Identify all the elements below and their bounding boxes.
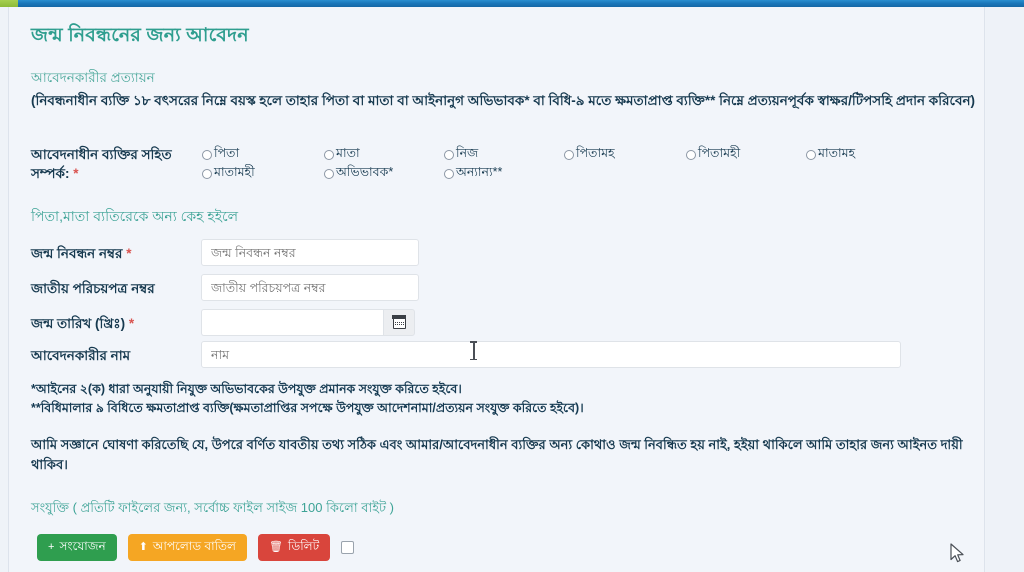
delete-attachment-label: ডিলিট <box>287 538 320 553</box>
other-guardian-section-heading: পিতা,মাতা ব্যতিরেকে অন্য কেহ হইলে <box>31 208 239 224</box>
radio-dot-icon[interactable] <box>564 149 574 160</box>
form-sheet: জন্ম নিবন্ধনের জন্য আবেদন আবেদনকারীর প্র… <box>8 7 985 572</box>
upload-icon: ⬆ <box>138 541 148 553</box>
calendar-icon <box>391 315 407 329</box>
radio-dot-icon[interactable] <box>444 149 454 160</box>
radio-option-pita[interactable]: পিতা <box>202 145 324 165</box>
nid-number-input[interactable] <box>201 274 419 301</box>
relation-required-mark: * <box>73 166 79 181</box>
delete-attachment-button[interactable]: 🗑 ডিলিট <box>257 534 331 561</box>
nid-number-label: জাতীয় পরিচয়পত্র নম্বর <box>31 281 155 296</box>
radio-label: মাতা <box>336 145 360 160</box>
radio-dot-icon[interactable] <box>444 168 454 179</box>
loading-progress-segment <box>0 0 18 7</box>
radio-option-matamohi[interactable]: মাতামহী <box>202 164 324 184</box>
radio-label: অভিভাবক* <box>336 164 394 179</box>
radio-dot-icon[interactable] <box>324 149 334 160</box>
date-of-birth-input[interactable] <box>201 309 383 336</box>
plus-icon: + <box>48 541 55 553</box>
radio-option-matamoho[interactable]: মাতামহ <box>806 145 926 165</box>
birth-reg-number-label-text: জন্ম নিবন্ধন নম্বর <box>31 246 123 261</box>
cancel-upload-label: আপলোড বাতিল <box>152 538 236 553</box>
applicant-name-label: আবেদনকারীর নাম <box>31 348 131 363</box>
radio-label: মাতামহী <box>214 164 255 179</box>
radio-option-nij[interactable]: নিজ <box>444 145 564 165</box>
date-of-birth-row: জন্ম তারিখ (খ্রিঃ) * <box>31 309 851 339</box>
add-attachment-label: সংযোজন <box>59 538 106 553</box>
radio-label: অন্যান্য** <box>456 164 503 179</box>
radio-label: পিতামহী <box>698 145 741 160</box>
applicant-name-input[interactable] <box>201 341 901 368</box>
browser-viewport: জন্ম নিবন্ধনের জন্য আবেদন আবেদনকারীর প্র… <box>0 7 1024 572</box>
nid-number-row: জাতীয় পরিচয়পত্র নম্বর <box>31 274 851 304</box>
relation-label-text: আবেদনাধীন ব্যক্তির সহিত সম্পর্ক: <box>31 147 172 181</box>
declaration-text: আমি সজ্ঞানে ঘোষণা করিতেছি যে, উপরে বর্ণি… <box>31 437 963 472</box>
relation-radio-row-2: মাতামহী অভিভাবক* অন্যান্য** <box>202 164 972 183</box>
date-of-birth-required-mark: * <box>128 316 135 331</box>
footnote-one: *আইনের ২(ক) ধারা অনুযায়ী নিযুক্ত অভিভাব… <box>31 382 462 396</box>
radio-label: নিজ <box>456 145 479 160</box>
radio-label: পিতা <box>214 145 240 160</box>
radio-label: মাতামহ <box>818 145 856 160</box>
radio-dot-icon[interactable] <box>202 168 212 179</box>
radio-option-pitamoho[interactable]: পিতামহ <box>564 145 686 165</box>
applicant-certification-heading: আবেদনকারীর প্রত্যায়ন <box>31 70 155 85</box>
attachment-heading: সংযুক্তি ( প্রতিটি ফাইলের জন্য, সর্বোচ্চ… <box>31 500 395 515</box>
radio-dot-icon[interactable] <box>806 149 816 160</box>
add-attachment-button[interactable]: + সংযোজন <box>37 534 117 561</box>
page-right-gutter <box>986 7 1024 572</box>
date-of-birth-label: জন্ম তারিখ (খ্রিঃ) * <box>31 313 199 336</box>
cancel-upload-button[interactable]: ⬆ আপলোড বাতিল <box>127 534 247 561</box>
intro-paragraph: (নিবন্ধনাধীন ব্যক্তি ১৮ বৎসরের নিম্নে বয… <box>31 93 976 108</box>
date-picker-button[interactable] <box>383 309 415 336</box>
attachment-button-bar: + সংযোজন ⬆ আপলোড বাতিল 🗑 ডিলিট <box>37 534 355 561</box>
birth-reg-number-label: জন্ম নিবন্ধন নম্বর * <box>31 243 199 266</box>
date-of-birth-label-text: জন্ম তারিখ (খ্রিঃ) <box>31 316 126 331</box>
radio-option-pitamohi[interactable]: পিতামহী <box>686 145 806 165</box>
footnote-two: **বিধিমালার ৯ বিধিতে ক্ষমতাপ্রাপ্ত ব্যক্… <box>31 401 584 415</box>
page-loading-bar <box>0 0 1024 7</box>
radio-option-onnanno[interactable]: অন্যান্য** <box>444 164 564 184</box>
radio-option-ovivabok[interactable]: অভিভাবক* <box>324 164 444 184</box>
radio-dot-icon[interactable] <box>324 168 334 179</box>
radio-label: পিতামহ <box>576 145 615 160</box>
radio-dot-icon[interactable] <box>202 149 212 160</box>
trash-icon: 🗑 <box>268 541 283 553</box>
relation-label: আবেদনাধীন ব্যক্তির সহিত সম্পর্ক: * <box>31 145 201 183</box>
relation-radio-group: পিতা মাতা নিজ পিতামহ পিতামহী মাতামহ মাতা… <box>202 145 972 183</box>
page-title: জন্ম নিবন্ধনের জন্য আবেদন <box>31 25 249 46</box>
applicant-name-row: আবেদনকারীর নাম <box>31 341 901 371</box>
form-content: জন্ম নিবন্ধনের জন্য আবেদন আবেদনকারীর প্র… <box>9 7 986 572</box>
file-select-checkbox[interactable] <box>341 541 355 554</box>
relation-radio-row-1: পিতা মাতা নিজ পিতামহ পিতামহী মাতামহ <box>202 145 972 164</box>
birth-reg-number-row: জন্ম নিবন্ধন নম্বর * <box>31 239 851 269</box>
birth-reg-number-input[interactable] <box>201 239 419 266</box>
radio-dot-icon[interactable] <box>686 149 696 160</box>
radio-option-mata[interactable]: মাতা <box>324 145 444 165</box>
birth-reg-required-mark: * <box>126 246 132 261</box>
